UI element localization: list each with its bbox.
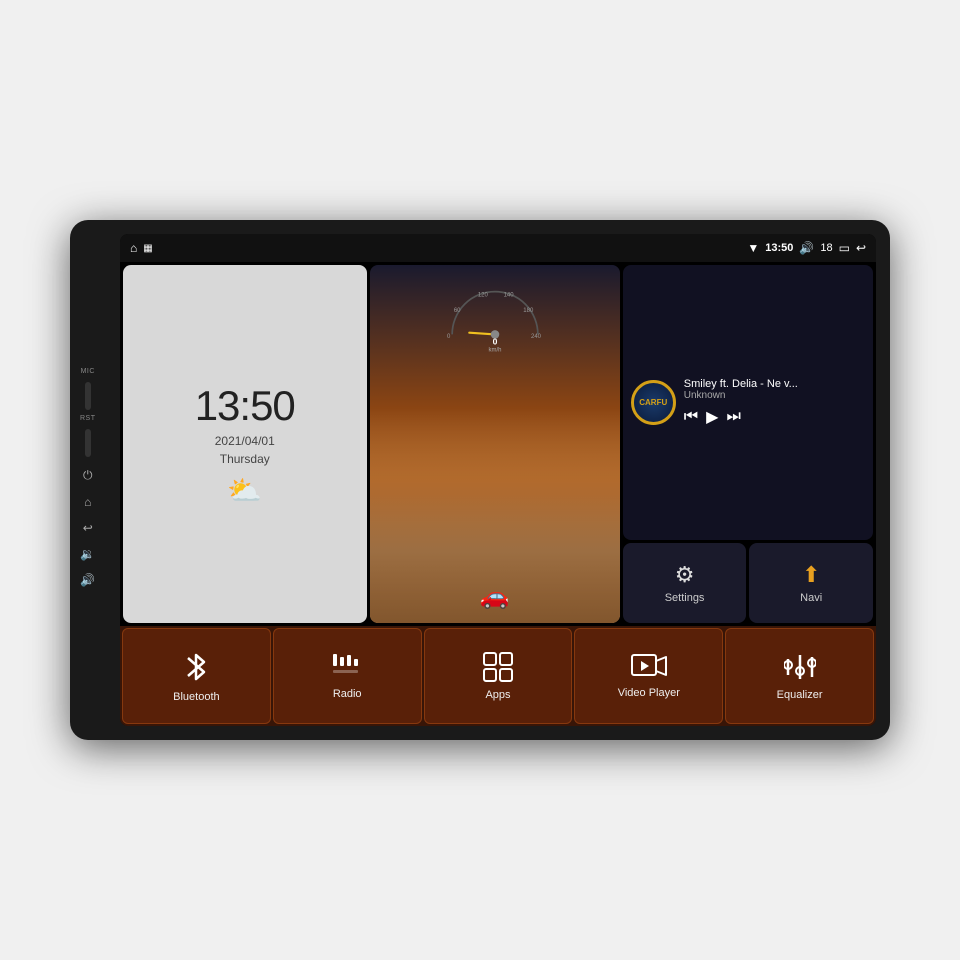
status-right: ▼ 13:50 🔊 18 ▭ ↩ [747,241,866,255]
navi-button[interactable]: ⬆ Navi [749,543,873,623]
volume-level: 18 [820,242,832,254]
music-title: Smiley ft. Delia - Ne v... [684,378,865,390]
power-icon[interactable]: ⏻ [83,468,93,483]
svg-text:60: 60 [453,308,460,314]
vol-down-icon[interactable]: 🔉 [80,547,95,561]
svg-text:240: 240 [531,334,542,340]
settings-button[interactable]: ⚙ Settings [623,543,747,623]
quick-buttons: ⚙ Settings ⬆ Navi [623,543,873,623]
equalizer-label: Equalizer [777,689,823,701]
bottom-nav: Bluetooth Radio [120,626,876,726]
home-side-icon[interactable]: ⌂ [84,495,91,509]
svg-text:km/h: km/h [488,348,501,353]
next-button[interactable]: ⏭ [726,408,740,426]
bluetooth-icon [181,649,211,685]
video-icon [631,653,667,681]
rst-button[interactable] [85,429,91,457]
nav-item-video[interactable]: Video Player [574,628,723,724]
mic-label: MIC [81,368,95,375]
svg-text:140: 140 [503,293,514,299]
music-widget: CARFU Smiley ft. Delia - Ne v... Unknown… [623,265,873,540]
music-info: Smiley ft. Delia - Ne v... Unknown ⏮ ▶ ⏭ [684,378,865,427]
clock-day: Thursday [220,452,270,466]
wifi-icon: ▼ [747,241,759,255]
mic-button[interactable] [85,382,91,410]
apps-status-icon[interactable]: ▦ [143,243,152,254]
music-logo: CARFU [631,380,676,425]
right-panel: CARFU Smiley ft. Delia - Ne v... Unknown… [623,265,873,623]
bluetooth-label: Bluetooth [173,691,219,703]
radio-icon [331,652,363,682]
speedometer-widget: 0 60 120 140 180 240 0 km/h [370,265,620,623]
nav-item-equalizer[interactable]: Equalizer [725,628,874,724]
screen: ⌂ ▦ ▼ 13:50 🔊 18 ▭ ↩ 13:50 2021/04/01 Th… [120,234,876,726]
music-artist: Unknown [684,390,865,401]
apps-icon [482,651,514,683]
status-bar: ⌂ ▦ ▼ 13:50 🔊 18 ▭ ↩ [120,234,876,262]
play-button[interactable]: ▶ [706,407,718,427]
radio-label: Radio [333,688,362,700]
svg-text:180: 180 [523,308,534,314]
volume-icon: 🔊 [799,241,814,255]
apps-label: Apps [485,689,510,701]
nav-item-apps[interactable]: Apps [424,628,573,724]
home-status-icon[interactable]: ⌂ [130,241,137,255]
clock-widget: 13:50 2021/04/01 Thursday ⛅ [123,265,367,623]
settings-icon: ⚙ [675,562,695,588]
music-controls: ⏮ ▶ ⏭ [684,407,865,427]
top-section: 13:50 2021/04/01 Thursday ⛅ [120,262,876,626]
main-content: 13:50 2021/04/01 Thursday ⛅ [120,262,876,726]
back-status-icon[interactable]: ↩ [856,241,866,255]
car-icon: 🚗 [480,582,510,611]
settings-label: Settings [665,592,705,604]
video-label: Video Player [618,687,680,699]
nav-item-bluetooth[interactable]: Bluetooth [122,628,271,724]
battery-icon: ▭ [839,241,850,255]
svg-text:0: 0 [492,337,497,347]
prev-button[interactable]: ⏮ [684,408,698,426]
status-time: 13:50 [765,242,793,254]
vol-up-icon[interactable]: 🔊 [80,573,95,587]
equalizer-icon [784,651,816,683]
rst-label: RST [80,415,96,422]
svg-text:120: 120 [477,293,488,299]
navi-icon: ⬆ [802,562,820,588]
back-side-icon[interactable]: ↩ [83,521,93,535]
clock-time: 13:50 [195,382,295,430]
car-head-unit: MIC RST ⏻ ⌂ ↩ 🔉 🔊 ⌂ ▦ ▼ 13:50 🔊 18 ▭ ↩ [70,220,890,740]
weather-icon: ⛅ [227,474,262,507]
status-left: ⌂ ▦ [130,241,153,255]
music-logo-text: CARFU [639,398,667,407]
navi-label: Navi [800,592,822,604]
nav-item-radio[interactable]: Radio [273,628,422,724]
speedometer-svg: 0 60 120 140 180 240 0 km/h [435,273,555,353]
clock-date: 2021/04/01 [215,434,275,448]
side-buttons: MIC RST ⏻ ⌂ ↩ 🔉 🔊 [80,220,96,740]
svg-text:0: 0 [447,334,451,340]
